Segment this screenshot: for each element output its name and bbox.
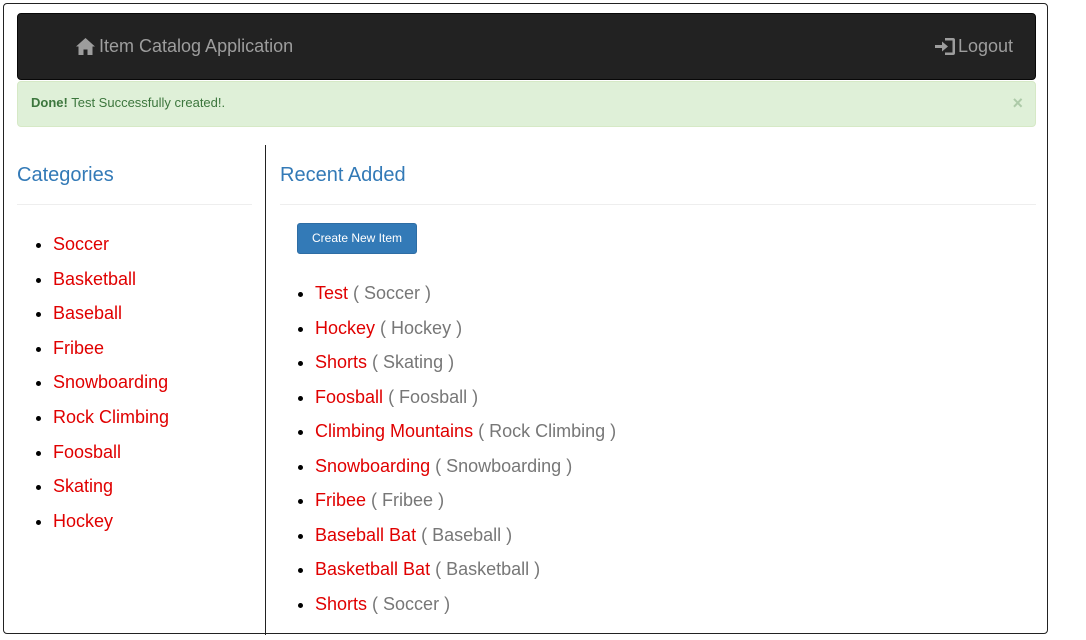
- alert-strong: Done!: [31, 95, 68, 110]
- item-link[interactable]: Baseball Bat: [315, 525, 416, 545]
- list-item: Fribee ( Fribee ): [315, 482, 1015, 517]
- item-link[interactable]: Climbing Mountains: [315, 421, 473, 441]
- column-divider: [265, 145, 266, 635]
- category-link[interactable]: Snowboarding: [53, 372, 168, 392]
- category-link[interactable]: Soccer: [53, 234, 109, 254]
- item-link[interactable]: Test: [315, 283, 348, 303]
- brand-link[interactable]: Item Catalog Application: [76, 36, 293, 57]
- list-item: Baseball: [53, 295, 252, 330]
- category-link[interactable]: Hockey: [53, 511, 113, 531]
- create-item-button[interactable]: Create New Item: [297, 223, 417, 254]
- category-link[interactable]: Foosball: [53, 442, 121, 462]
- item-link[interactable]: Shorts: [315, 352, 367, 372]
- item-category: ( Basketball ): [435, 559, 541, 579]
- list-item: Rock Climbing: [53, 399, 252, 434]
- list-item: Baseball Bat ( Baseball ): [315, 517, 1015, 552]
- category-link[interactable]: Rock Climbing: [53, 407, 169, 427]
- logout-label: Logout: [957, 36, 1013, 56]
- home-icon: [76, 38, 95, 55]
- list-item: Fribee: [53, 330, 252, 365]
- list-item: Snowboarding: [53, 364, 252, 399]
- item-category: ( Rock Climbing ): [478, 421, 617, 441]
- item-link[interactable]: Shorts: [315, 594, 367, 614]
- categories-sidebar: Categories Soccer Basketball Baseball Fr…: [17, 145, 252, 531]
- item-link[interactable]: Foosball: [315, 387, 383, 407]
- item-category: ( Baseball ): [421, 524, 513, 545]
- item-link[interactable]: Fribee: [315, 490, 366, 510]
- list-item: Basketball Bat ( Basketball ): [315, 551, 1015, 586]
- close-icon[interactable]: ×: [1012, 82, 1023, 124]
- categories-list: Soccer Basketball Baseball Fribee Snowbo…: [17, 226, 252, 537]
- log-in-icon: [934, 38, 955, 55]
- alert-message: Test Successfully created!.: [67, 95, 226, 110]
- logout-link[interactable]: Logout: [934, 36, 1013, 57]
- brand-label: Item Catalog Application: [99, 36, 294, 56]
- list-item: Hockey: [53, 503, 252, 538]
- item-link[interactable]: Hockey: [315, 318, 375, 338]
- item-category: ( Snowboarding ): [435, 455, 573, 476]
- item-category: ( Fribee ): [371, 490, 445, 510]
- category-link[interactable]: Baseball: [53, 303, 122, 323]
- top-navbar: Item Catalog Application Logout: [17, 13, 1036, 80]
- item-category: ( Soccer ): [372, 593, 451, 614]
- list-item: Skating: [53, 468, 252, 503]
- list-item: Snowboarding ( Snowboarding ): [315, 448, 1015, 483]
- item-category: ( Foosball ): [388, 386, 479, 407]
- recent-items-panel: Recent Added Create New Item Test ( Socc…: [280, 145, 1036, 614]
- item-category: ( Skating ): [372, 352, 455, 372]
- category-link[interactable]: Basketball: [53, 269, 136, 289]
- list-item: Hockey ( Hockey ): [315, 310, 1015, 345]
- list-item: Basketball: [53, 261, 252, 296]
- list-item: Test ( Soccer ): [315, 275, 1015, 310]
- recent-title: Recent Added: [280, 145, 1036, 205]
- recent-items-list: Test ( Soccer ) Hockey ( Hockey ) Shorts…: [280, 275, 1015, 620]
- item-link[interactable]: Snowboarding: [315, 456, 430, 476]
- list-item: Soccer: [53, 226, 252, 261]
- list-item: Foosball ( Foosball ): [315, 379, 1015, 414]
- list-item: Shorts ( Skating ): [315, 344, 1015, 379]
- item-category: ( Soccer ): [353, 283, 432, 303]
- categories-title: Categories: [17, 145, 252, 205]
- success-alert: Done! Test Successfully created!. ×: [17, 81, 1036, 127]
- list-item: Climbing Mountains ( Rock Climbing ): [315, 413, 1015, 448]
- list-item: Foosball: [53, 434, 252, 469]
- list-item: Shorts ( Soccer ): [315, 586, 1015, 621]
- category-link[interactable]: Skating: [53, 476, 113, 496]
- item-link[interactable]: Basketball Bat: [315, 559, 430, 579]
- category-link[interactable]: Fribee: [53, 338, 104, 358]
- item-category: ( Hockey ): [380, 317, 463, 338]
